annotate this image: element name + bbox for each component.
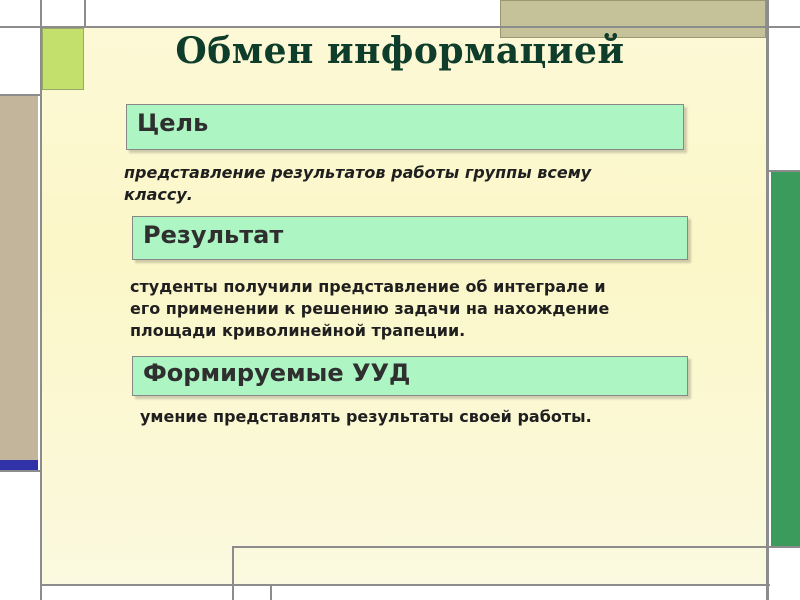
deco-line bbox=[84, 0, 86, 28]
deco-line bbox=[0, 26, 800, 28]
text-line: представление результатов работы группы … bbox=[124, 163, 592, 182]
deco-block-navy bbox=[0, 460, 38, 470]
deco-line bbox=[766, 0, 769, 600]
text-line: площади криволинейной трапеции. bbox=[130, 321, 466, 340]
section-text-result: студенты получили представление об интег… bbox=[130, 276, 690, 342]
deco-line bbox=[769, 546, 800, 548]
deco-line bbox=[769, 170, 800, 172]
text-line: студенты получили представление об интег… bbox=[130, 277, 606, 296]
slide-title: Обмен информацией bbox=[175, 30, 625, 72]
deco-line bbox=[0, 470, 40, 472]
section-text-goal: представление результатов работы группы … bbox=[124, 162, 684, 206]
deco-line bbox=[769, 26, 800, 28]
slide: Обмен информацией Цель представление рез… bbox=[0, 0, 800, 600]
section-text-uud: умение представлять результаты своей раб… bbox=[140, 406, 700, 428]
heading-box-goal: Цель bbox=[126, 104, 684, 150]
heading-box-uud: Формируемые УУД bbox=[132, 356, 688, 396]
deco-line bbox=[0, 94, 40, 96]
text-line: классу. bbox=[124, 185, 193, 204]
deco-line bbox=[232, 546, 768, 548]
deco-line bbox=[40, 0, 42, 600]
deco-block-green bbox=[771, 172, 800, 546]
deco-line bbox=[232, 546, 234, 600]
deco-block-taupe bbox=[0, 96, 38, 460]
heading-label: Формируемые УУД bbox=[143, 359, 411, 387]
text-line: его применении к решению задачи на нахож… bbox=[130, 299, 610, 318]
heading-label: Результат bbox=[143, 221, 284, 249]
text-line: умение представлять результаты своей раб… bbox=[140, 407, 592, 426]
deco-line bbox=[40, 584, 770, 586]
heading-box-result: Результат bbox=[132, 216, 688, 260]
heading-label: Цель bbox=[137, 109, 209, 137]
deco-line bbox=[270, 586, 272, 600]
